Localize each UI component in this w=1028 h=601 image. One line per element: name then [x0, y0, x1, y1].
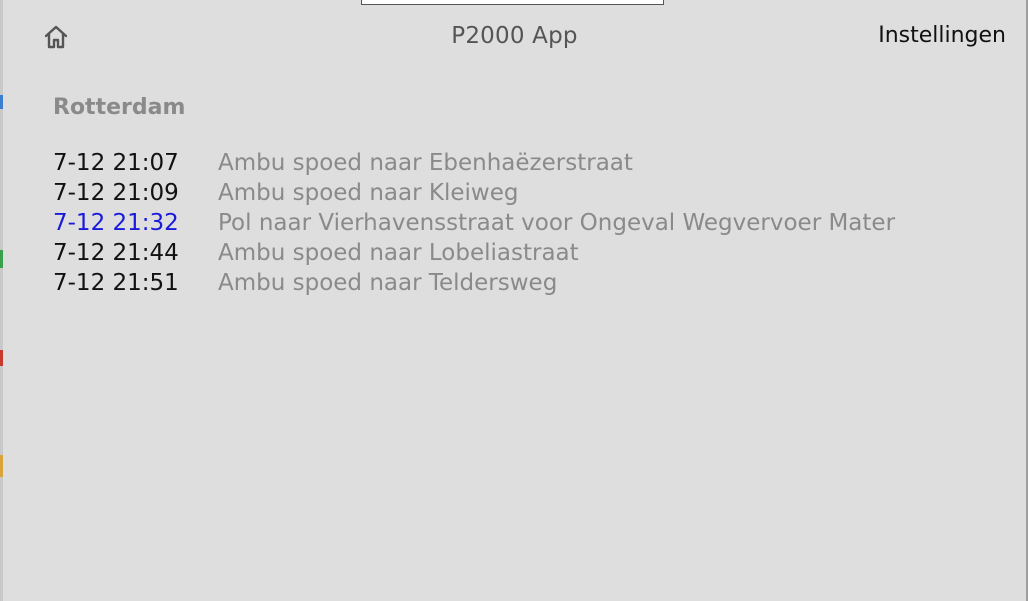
message-text: Ambu spoed naar Lobeliastraat: [218, 240, 579, 266]
screen: P2000 App Instellingen Rotterdam 7-12 21…: [0, 0, 1028, 601]
app-title: P2000 App: [451, 23, 578, 49]
message-row[interactable]: 7-12 21:07 Ambu spoed naar Ebenhaëzerstra…: [53, 148, 895, 178]
message-time: 7-12 21:07: [53, 150, 179, 176]
settings-link[interactable]: Instellingen: [878, 23, 1006, 48]
message-list: 7-12 21:07 Ambu spoed naar Ebenhaëzerstra…: [53, 148, 895, 298]
message-row[interactable]: 7-12 21:09 Ambu spoed naar Kleiweg: [53, 178, 895, 208]
message-time: 7-12 21:44: [53, 240, 179, 266]
message-text: Ambu spoed naar Teldersweg: [218, 270, 558, 296]
message-time: 7-12 21:51: [53, 270, 179, 296]
message-text: Pol naar Vierhavensstraat voor Ongeval W…: [218, 210, 896, 236]
message-time: 7-12 21:32: [53, 210, 179, 236]
message-time: 7-12 21:09: [53, 180, 179, 206]
message-row[interactable]: 7-12 21:51 Ambu spoed naar Teldersweg: [53, 268, 895, 298]
region-heading: Rotterdam: [53, 95, 186, 120]
app-window: P2000 App Instellingen Rotterdam 7-12 21…: [3, 0, 1026, 601]
message-text: Ambu spoed naar Kleiweg: [218, 180, 519, 206]
message-row-highlighted[interactable]: 7-12 21:32 Pol naar Vierhavensstraat voor…: [53, 208, 895, 238]
message-text: Ambu spoed naar Ebenhaëzerstraat: [218, 150, 633, 176]
message-row[interactable]: 7-12 21:44 Ambu spoed naar Lobeliastraat: [53, 238, 895, 268]
